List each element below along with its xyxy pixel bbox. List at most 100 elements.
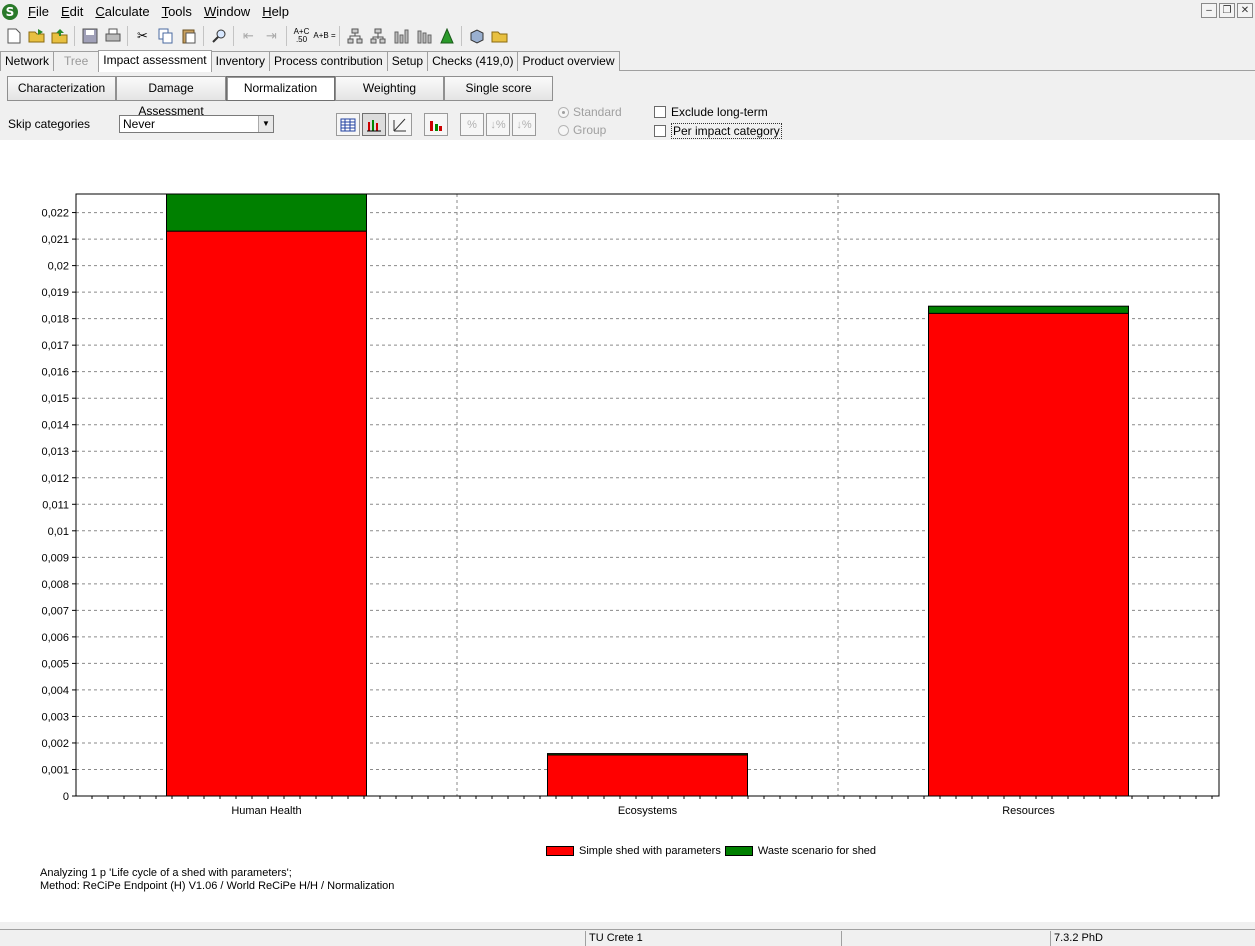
view-buttons: % ↓% ↓% [336,113,536,136]
search-icon[interactable] [207,25,230,48]
analysis-line-2: Method: ReCiPe Endpoint (H) V1.06 / Worl… [40,880,395,892]
bar-chart-icon[interactable] [389,25,412,48]
close-icon[interactable]: ✕ [1237,3,1253,18]
toolbar-separator [233,26,234,46]
tree-icon[interactable] [366,25,389,48]
checkbox-exclude-long-term[interactable]: Exclude long-term [654,105,768,119]
axis-scale-icon[interactable] [388,113,412,136]
y-tick-label: 0,014 [41,420,69,432]
y-tick-label: 0,022 [41,208,69,220]
menu-calculate[interactable]: Calculate [89,0,155,23]
percent-icon[interactable]: % [460,113,484,136]
subtab-single-score[interactable]: Single score [444,76,553,101]
table-view-icon[interactable] [336,113,360,136]
chevron-down-icon[interactable]: ▼ [258,116,273,132]
folder-icon[interactable] [488,25,511,48]
back-icon[interactable]: ⇤ [237,25,260,48]
sort-asc-icon[interactable]: ↓% [512,113,536,136]
y-tick-label: 0,008 [41,579,69,591]
main-tabs: Network Tree Impact assessment Inventory… [0,50,620,72]
tab-process-contribution[interactable]: Process contribution [268,51,388,71]
y-tick-label: 0,007 [41,605,69,617]
y-tick-label: 0,018 [41,314,69,326]
bar-segment-1 [166,230,367,797]
y-tick-label: 0,004 [41,685,69,697]
skip-categories-value: Never [123,117,156,131]
tab-setup[interactable]: Setup [386,51,429,71]
chart-legend: Simple shed with parameters Waste scenar… [546,845,880,857]
skip-categories-select[interactable]: Never ▼ [119,115,274,133]
checkbox-per-impact-category-box[interactable] [654,125,666,137]
tab-tree[interactable]: Tree [53,51,100,71]
subtab-normalization[interactable]: Normalization [226,76,335,101]
analysis-info: Analyzing 1 p 'Life cycle of a shed with… [40,867,394,893]
menu-help[interactable]: Help [256,0,295,23]
bar-segment-2 [547,753,748,756]
minimize-icon[interactable]: – [1201,3,1217,18]
y-tick-label: 0,02 [48,261,69,273]
subtab-damage-assessment[interactable]: Damage Assessment [116,76,226,118]
sort-desc-icon[interactable]: ↓% [486,113,510,136]
tab-checks[interactable]: Checks (419,0) [427,51,519,71]
cut-icon[interactable]: ✂ [131,25,154,48]
checkbox-exclude-long-term-box[interactable] [654,106,666,118]
chart-options-icon[interactable] [424,113,448,136]
menu-tools[interactable]: Tools [156,0,198,23]
tree-chart-icon[interactable] [435,25,458,48]
import-icon[interactable] [48,25,71,48]
bar-segment-1 [928,312,1129,797]
tab-inventory[interactable]: Inventory [210,51,270,71]
copy-icon[interactable] [154,25,177,48]
open-icon[interactable] [25,25,48,48]
subtab-weighting[interactable]: Weighting [335,76,444,101]
legend-swatch [546,846,574,856]
menu-file[interactable]: File [22,0,55,23]
status-version: 7.3.2 PhD [1050,931,1255,946]
menu-bar: S File Edit Calculate Tools Window Help … [0,0,1255,23]
legend-swatch [724,846,753,856]
new-icon[interactable] [2,25,25,48]
calc-a-icon[interactable]: A+C .50 [290,25,313,48]
tab-product-overview[interactable]: Product overview [517,51,620,71]
radio-standard-dot[interactable] [558,106,569,118]
radio-standard[interactable]: Standard [558,105,622,119]
toolbar-separator [203,26,204,46]
forward-icon[interactable]: ⇥ [260,25,283,48]
radio-standard-label: Standard [573,105,622,119]
restore-icon[interactable]: ❐ [1219,3,1235,18]
status-bar: TU Crete 1 7.3.2 PhD [0,929,1255,946]
print-icon[interactable] [101,25,124,48]
menu-window[interactable]: Window [198,0,256,23]
legend-item-series-2: Waste scenario for shed [724,845,876,857]
menu-edit[interactable]: Edit [55,0,89,23]
tab-impact-assessment[interactable]: Impact assessment [98,50,212,72]
radio-group[interactable]: Group [558,123,606,137]
subtab-characterization[interactable]: Characterization [7,76,116,101]
tab-network[interactable]: Network [0,51,55,71]
window-controls: – ❐ ✕ [1201,3,1253,18]
y-tick-label: 0,021 [41,234,69,246]
network-icon[interactable] [343,25,366,48]
radio-group-dot[interactable] [558,124,569,136]
chart-area: 0 0,001 0,002 0,003 0,004 0,005 0,006 0,007 0,00… [0,140,1255,922]
y-tick-label: 0,011 [42,499,69,511]
y-tick-label: 0,012 [41,473,69,485]
toolbar-separator [339,26,340,46]
checkbox-per-impact-category[interactable]: Per impact category [654,123,782,139]
stacked-chart-icon[interactable] [412,25,435,48]
toolbar-separator [127,26,128,46]
bar-segment-2 [928,305,1129,314]
y-tick-label: 0,003 [41,711,69,723]
paste-icon[interactable] [177,25,200,48]
y-tick-label: 0,001 [41,764,69,776]
simapro-logo-icon[interactable]: S [2,3,18,20]
bar-segment-2 [166,193,367,232]
save-icon[interactable] [78,25,101,48]
y-tick-label: 0,017 [41,340,69,352]
chart-view-icon[interactable] [362,113,386,136]
toolbar-separator [74,26,75,46]
box-icon[interactable] [465,25,488,48]
calc-b-icon[interactable]: A+B = [313,25,336,48]
toolbar-separator [286,26,287,46]
toolbar: ✂ ⇤ ⇥ A+C .50 A+B = [0,23,1255,49]
